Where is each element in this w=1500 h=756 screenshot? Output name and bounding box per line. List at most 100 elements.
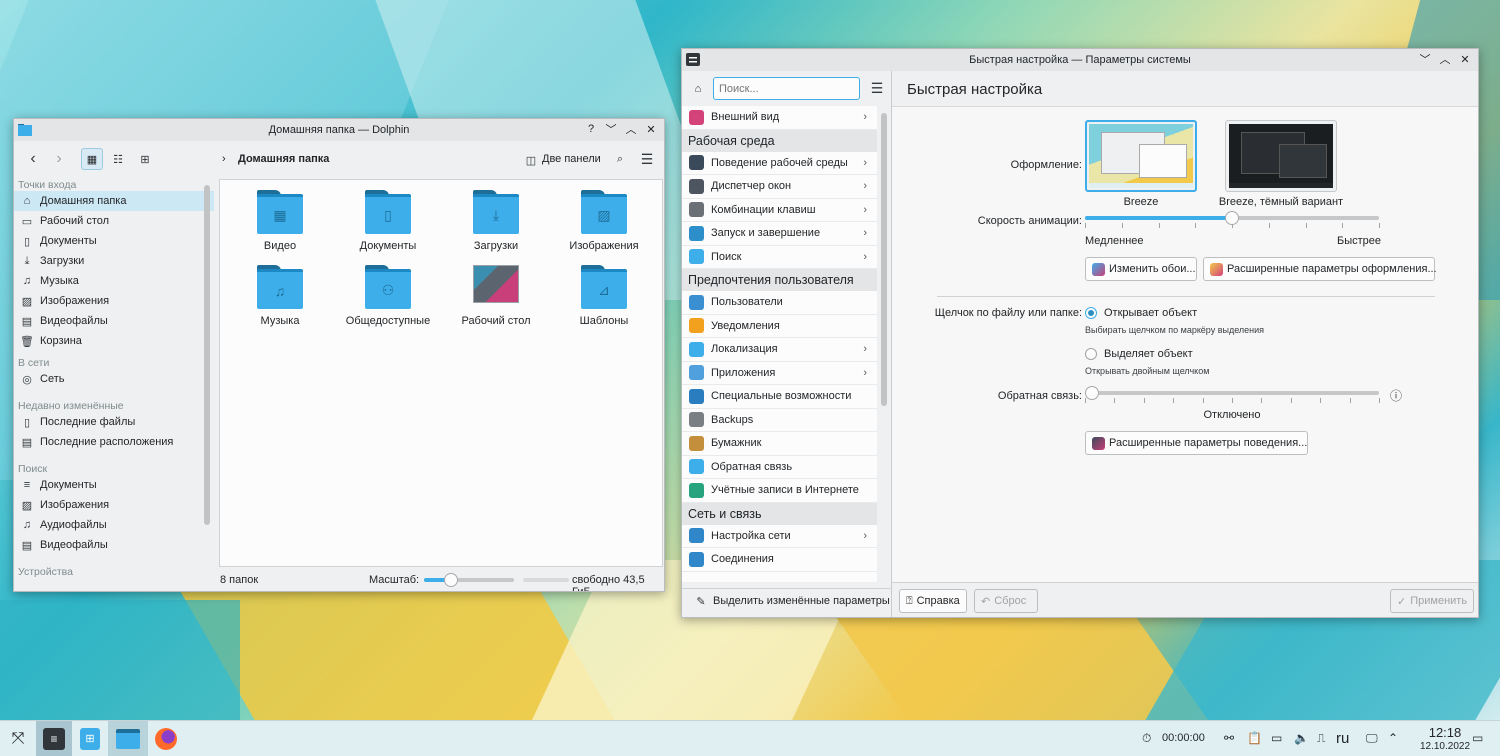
click-opens-radio[interactable]: Открывает объект [1085, 307, 1197, 319]
place-trash[interactable]: 🗑 Корзина [14, 331, 214, 351]
place-network[interactable]: ◎ Сеть [14, 369, 214, 389]
minimize-icon[interactable]: ﹀ [604, 122, 618, 136]
sidebar-item[interactable]: Поведение рабочей среды › [682, 151, 877, 175]
breadcrumb[interactable]: Домашняя папка [238, 153, 329, 165]
task-settings[interactable]: ≡ [36, 720, 72, 756]
clock-date[interactable]: 12.10.2022 [1410, 741, 1480, 752]
folder-downloads[interactable]: ⤓ Загрузки [446, 190, 546, 252]
minimize-icon[interactable]: ﹀ [1418, 52, 1432, 66]
timer-icon[interactable]: ⏱ [1142, 731, 1151, 746]
zoom-slider[interactable] [424, 573, 514, 587]
folder-pictures[interactable]: ▨ Изображения [554, 190, 654, 252]
app-launcher-button[interactable]: ⤧ [0, 721, 36, 756]
close-icon[interactable]: ✕ [1458, 52, 1472, 66]
usb-icon[interactable]: ⎍ [1317, 731, 1325, 746]
sidebar-scrollbar[interactable] [881, 113, 887, 406]
network-icon[interactable]: 🖵 [1366, 731, 1378, 746]
highlight-changes-button[interactable]: ✎ Выделить изменённые параметры [682, 588, 892, 613]
task-dolphin[interactable] [108, 720, 148, 756]
place-videos[interactable]: ▤ Видеофайлы [14, 311, 214, 331]
close-icon[interactable]: ✕ [644, 122, 658, 136]
compact-view-icon[interactable]: ☷ [111, 152, 125, 166]
volume-icon[interactable]: 🔈 [1294, 731, 1309, 745]
sidebar-item[interactable]: Внешний вид › [682, 106, 877, 130]
clipboard-icon[interactable]: 📋 [1247, 731, 1262, 745]
clock-time[interactable]: 12:18 [1415, 725, 1475, 740]
sidebar-item[interactable]: Комбинации клавиш › [682, 198, 877, 222]
place-downloads[interactable]: ⤓ Загрузки [14, 251, 214, 271]
help-icon[interactable]: ? [584, 122, 598, 136]
sidebar-item[interactable]: Локализация › [682, 338, 877, 362]
dolphin-titlebar[interactable]: Домашняя папка — Dolphin ? ﹀ ︿ ✕ [14, 119, 664, 141]
search-images[interactable]: ▨ Изображения [14, 495, 214, 515]
theme-breeze[interactable] [1085, 120, 1197, 192]
sidebar-item[interactable]: Запуск и завершение › [682, 222, 877, 246]
folder-videos[interactable]: ▦ Видео [230, 190, 330, 252]
expand-tray-icon[interactable]: ⌃ [1388, 731, 1398, 745]
sidebar-item[interactable]: Приложения › [682, 361, 877, 385]
sidebar-item[interactable]: Учётные записи в Интернете [682, 479, 877, 503]
sidebar-item[interactable]: Уведомления [682, 314, 877, 338]
keyboard-layout[interactable]: ru [1336, 730, 1349, 747]
sidebar-item[interactable]: Диспетчер окон › [682, 175, 877, 199]
recent-files[interactable]: ▯ Последние файлы [14, 412, 214, 432]
place-desktop[interactable]: ▭ Рабочий стол [14, 211, 214, 231]
animation-slider[interactable] [1085, 211, 1380, 231]
slider-tick [1173, 398, 1174, 403]
sidebar-item[interactable]: Настройка сети › [682, 524, 877, 548]
timer-text[interactable]: 00:00:00 [1162, 732, 1205, 744]
search-audio[interactable]: ♫ Аудиофайлы [14, 515, 214, 535]
sidebar-item[interactable]: Соединения [682, 548, 877, 572]
sidebar-item[interactable]: Пользователи [682, 291, 877, 315]
theme-breeze-dark[interactable] [1225, 120, 1337, 192]
place-documents[interactable]: ▯ Документы [14, 231, 214, 251]
places-scrollbar[interactable] [204, 185, 210, 525]
home-icon[interactable]: ⌂ [691, 82, 705, 96]
battery-icon[interactable]: ▭ [1271, 731, 1282, 745]
sidebar-item[interactable]: Бумажник [682, 432, 877, 456]
folder-music[interactable]: ♫ Музыка [230, 265, 330, 327]
sidebar-item-label: Пользователи [711, 296, 783, 309]
task-discover[interactable]: ⊞ [72, 721, 108, 756]
back-icon[interactable]: ‹ [26, 150, 40, 167]
sidebar-item[interactable]: Backups [682, 408, 877, 432]
search-videos[interactable]: ▤ Видеофайлы [14, 535, 214, 555]
details-view-icon[interactable]: ⊞ [138, 152, 152, 166]
sidebar-item-label: Внешний вид [711, 111, 780, 124]
hamburger-menu-icon[interactable]: ☰ [870, 80, 884, 96]
settings-titlebar[interactable]: Быстрая настройка — Параметры системы ﹀ … [682, 49, 1478, 71]
kdeconnect-icon[interactable]: ⚯ [1224, 731, 1234, 745]
reset-button[interactable]: ↶ Сброс [974, 589, 1038, 613]
recent-locations[interactable]: ▤ Последние расположения [14, 432, 214, 452]
place-pictures[interactable]: ▨ Изображения [14, 291, 214, 311]
search-documents[interactable]: ≡ Документы [14, 475, 214, 495]
hamburger-menu-icon[interactable]: ☰ [640, 151, 654, 167]
place-music[interactable]: ♫ Музыка [14, 271, 214, 291]
film-icon: ▦ [257, 194, 303, 234]
folder-templates[interactable]: ⊿ Шаблоны [554, 265, 654, 327]
icons-view-button[interactable]: ▦ [81, 148, 103, 170]
sidebar-item[interactable]: Поиск › [682, 245, 877, 269]
sidebar-item[interactable]: Обратная связь [682, 455, 877, 479]
advanced-appearance-button[interactable]: Расширенные параметры оформления... [1203, 257, 1437, 281]
folder-desktop[interactable]: Рабочий стол [446, 265, 546, 327]
sidebar-item[interactable]: Специальные возможности [682, 385, 877, 409]
split-button[interactable]: Две панели [542, 153, 601, 165]
info-icon[interactable]: ⓘ [1389, 388, 1403, 403]
folder-documents[interactable]: ▯ Документы [338, 190, 438, 252]
advanced-behavior-button[interactable]: Расширенные параметры поведения... [1085, 431, 1308, 455]
search-icon[interactable]: ⌕ [613, 152, 627, 166]
folder-public[interactable]: ⚇ Общедоступные [338, 265, 438, 327]
feedback-slider[interactable] [1085, 386, 1380, 406]
task-firefox[interactable] [148, 721, 184, 756]
click-selects-radio[interactable]: Выделяет объект [1085, 348, 1193, 360]
change-wallpaper-button[interactable]: Изменить обои... [1085, 257, 1197, 281]
forward-icon[interactable]: › [52, 150, 66, 167]
show-desktop-icon[interactable]: ▭ [1472, 731, 1483, 745]
maximize-icon[interactable]: ︿ [624, 122, 638, 136]
apply-button[interactable]: ✓ Применить [1390, 589, 1474, 613]
help-button[interactable]: ⍰ Справка [899, 589, 967, 613]
maximize-icon[interactable]: ︿ [1438, 52, 1452, 66]
search-input[interactable] [713, 77, 860, 100]
place-home[interactable]: ⌂ Домашняя папка [14, 191, 214, 211]
